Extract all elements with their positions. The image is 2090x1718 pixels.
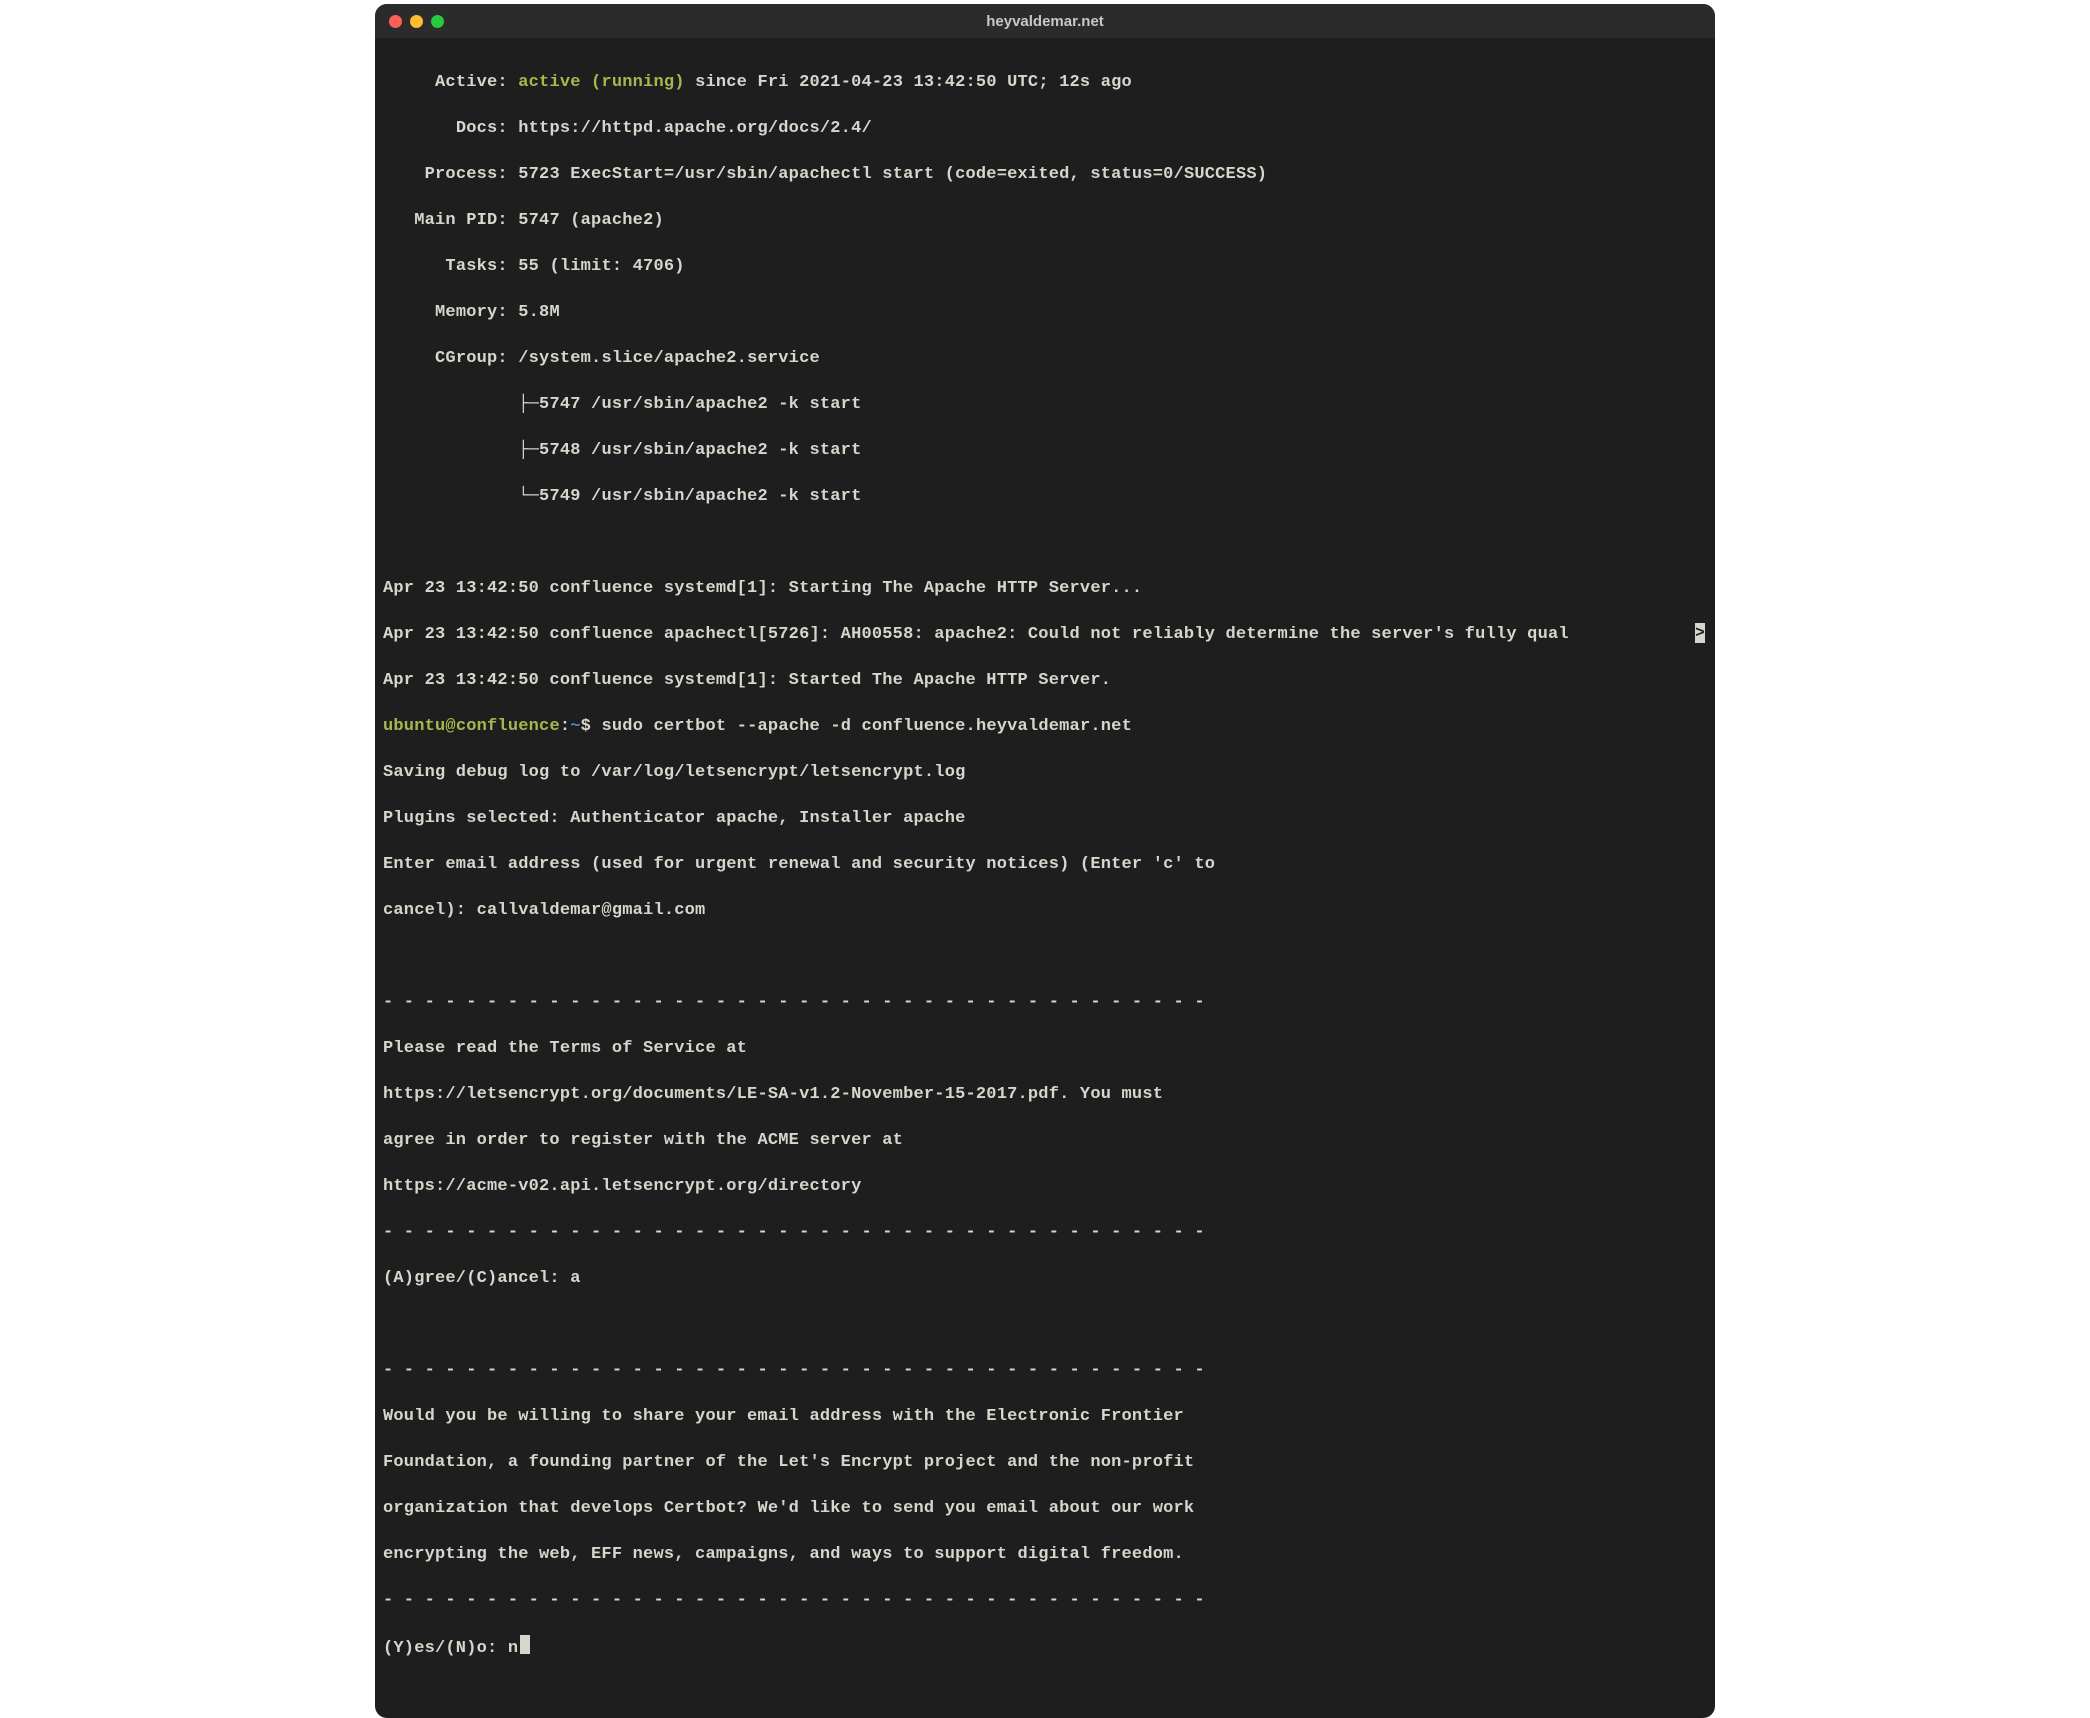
prompt-path: ~ <box>570 717 580 736</box>
cgroup-line-3: └─5749 /usr/sbin/apache2 -k start <box>518 487 861 506</box>
eff-line: encrypting the web, EFF news, campaigns,… <box>383 1545 1184 1564</box>
tasks-label: Tasks: <box>445 257 518 276</box>
process-value: 5723 ExecStart=/usr/sbin/apachectl start… <box>518 165 1267 184</box>
log-line-2: Apr 23 13:42:50 confluence apachectl[572… <box>383 625 1569 644</box>
mainpid-label: Main PID: <box>414 211 518 230</box>
active-label: Active: <box>435 73 518 92</box>
window-title: heyvaldemar.net <box>375 13 1715 30</box>
command-text: sudo certbot --apache -d confluence.heyv… <box>601 717 1132 736</box>
certbot-line: Enter email address (used for urgent ren… <box>383 855 1215 874</box>
certbot-line: Saving debug log to /var/log/letsencrypt… <box>383 763 966 782</box>
cursor-block-icon <box>520 1635 530 1654</box>
tos-line: https://letsencrypt.org/documents/LE-SA-… <box>383 1085 1163 1104</box>
eff-line: Would you be willing to share your email… <box>383 1407 1184 1426</box>
prompt-symbol: $ <box>581 717 602 736</box>
docs-label: Docs: <box>456 119 518 138</box>
titlebar: heyvaldemar.net <box>375 4 1715 38</box>
tos-line: https://acme-v02.api.letsencrypt.org/dir… <box>383 1177 861 1196</box>
memory-label: Memory: <box>435 303 518 322</box>
cgroup-value: /system.slice/apache2.service <box>518 349 820 368</box>
dash-line: - - - - - - - - - - - - - - - - - - - - … <box>383 1591 1205 1610</box>
dash-line: - - - - - - - - - - - - - - - - - - - - … <box>383 1361 1205 1380</box>
certbot-line: Plugins selected: Authenticator apache, … <box>383 809 966 828</box>
log-line-3: Apr 23 13:42:50 confluence systemd[1]: S… <box>383 671 1111 690</box>
terminal-window: heyvaldemar.net Active: active (running)… <box>375 4 1715 1718</box>
process-label: Process: <box>425 165 519 184</box>
tos-line: Please read the Terms of Service at <box>383 1039 747 1058</box>
active-value: active (running) <box>518 73 684 92</box>
eff-line: organization that develops Certbot? We'd… <box>383 1499 1194 1518</box>
dash-line: - - - - - - - - - - - - - - - - - - - - … <box>383 1223 1205 1242</box>
memory-value: 5.8M <box>518 303 560 322</box>
cgroup-label: CGroup: <box>435 349 518 368</box>
mainpid-value: 5747 (apache2) <box>518 211 664 230</box>
certbot-line: cancel): callvaldemar@gmail.com <box>383 901 705 920</box>
terminal-body[interactable]: Active: active (running) since Fri 2021-… <box>375 38 1715 1718</box>
agree-prompt: (A)gree/(C)ancel: a <box>383 1269 581 1288</box>
cgroup-line-1: ├─5747 /usr/sbin/apache2 -k start <box>518 395 861 414</box>
prompt-at: @ <box>445 717 455 736</box>
prompt-colon: : <box>560 717 570 736</box>
docs-value: https://httpd.apache.org/docs/2.4/ <box>518 119 872 138</box>
tos-line: agree in order to register with the ACME… <box>383 1131 903 1150</box>
line-overflow-indicator: > <box>1695 623 1705 643</box>
eff-line: Foundation, a founding partner of the Le… <box>383 1453 1194 1472</box>
tasks-value: 55 (limit: 4706) <box>518 257 684 276</box>
yesno-prompt: (Y)es/(N)o: n <box>383 1639 518 1658</box>
prompt-user: ubuntu <box>383 717 445 736</box>
dash-line: - - - - - - - - - - - - - - - - - - - - … <box>383 993 1205 1012</box>
prompt-host: confluence <box>456 717 560 736</box>
log-line-1: Apr 23 13:42:50 confluence systemd[1]: S… <box>383 579 1142 598</box>
cgroup-line-2: ├─5748 /usr/sbin/apache2 -k start <box>518 441 861 460</box>
active-since: since Fri 2021-04-23 13:42:50 UTC; 12s a… <box>685 73 1132 92</box>
